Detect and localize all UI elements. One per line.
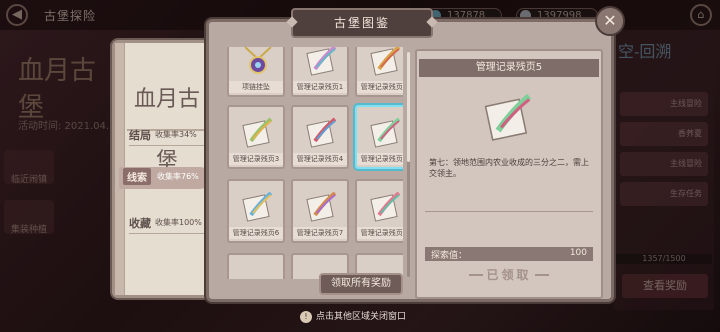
explore-value: 100 <box>569 248 587 258</box>
close-hint: ! 点击其他区域关闭窗口 <box>300 310 406 324</box>
notebook-feather-icon <box>306 47 337 76</box>
item-card-page1[interactable]: 管理记录残页1 <box>291 47 349 97</box>
item-card-page2[interactable]: 管理记录残页2 <box>355 47 403 97</box>
item-label: 管理记录残页3 <box>229 153 283 165</box>
item-card-necklace[interactable]: 项链挂坠 <box>227 47 285 97</box>
item-card-page3[interactable]: 管理记录残页3 <box>227 105 285 169</box>
item-detail-panel: 管理记录残页5 第七：领地范围内农业收成的三分之二，需上交领主。 探索值： 10… <box>415 49 603 299</box>
divider <box>129 233 209 234</box>
category-rate: 收集率100% <box>155 218 202 227</box>
item-grid[interactable]: 项链挂坠 管理记录残页1 管理记录残页2 管理记录残页3 管理记录残页4 管理记… <box>213 47 403 279</box>
notebook-feather-icon <box>306 117 337 148</box>
close-button[interactable]: ✕ <box>595 6 625 36</box>
book-title: 血月古堡 <box>127 69 207 174</box>
notebook-feather-icon <box>484 93 532 141</box>
category-book: 血月古堡 结局 收集率34% 线索 收集率76% 收藏 收集率100% <box>112 40 212 298</box>
codex-modal: 古堡图鉴 ✕ 项链挂坠 管理记录残页1 管理记录残页2 管理记录残页3 管理记录… <box>206 6 625 302</box>
hint-text: 点击其他区域关闭窗口 <box>316 312 407 322</box>
item-card-page7[interactable]: 管理记录残页7 <box>291 179 349 243</box>
item-label: 管理记录残页4 <box>293 153 347 165</box>
notebook-feather-icon <box>242 117 273 148</box>
divider <box>129 145 209 146</box>
claimed-status: 已领取 <box>469 265 549 285</box>
detail-title: 管理记录残页5 <box>419 59 599 77</box>
scroll-thumb[interactable] <box>407 52 410 162</box>
category-name: 收藏 <box>129 217 151 230</box>
item-label: 管理记录残页8 <box>357 227 403 239</box>
divider <box>425 211 593 212</box>
notebook-feather-icon <box>306 191 337 222</box>
category-clue[interactable]: 线索 收集率76% <box>119 167 211 189</box>
notebook-feather-icon <box>370 47 401 76</box>
item-label: 管理记录残页6 <box>229 227 283 239</box>
item-label: 管理记录残页1 <box>293 81 347 93</box>
explore-value-bar: 探索值： 100 <box>425 247 593 261</box>
modal-title: 古堡图鉴 <box>291 8 433 38</box>
category-rate: 收集率34% <box>155 130 197 139</box>
item-card-partial[interactable] <box>227 253 285 279</box>
category-ending[interactable]: 结局 收集率34% <box>125 127 215 163</box>
item-label: 项链挂坠 <box>229 81 283 93</box>
notebook-feather-icon <box>370 117 401 148</box>
item-card-page6[interactable]: 管理记录残页6 <box>227 179 285 243</box>
explore-label: 探索值： <box>431 251 468 261</box>
notebook-feather-icon <box>242 191 273 222</box>
info-icon: ! <box>300 311 312 323</box>
claim-all-button[interactable]: 领取所有奖励 <box>319 273 403 295</box>
notebook-feather-icon <box>370 191 401 222</box>
item-label: 管理记录残页7 <box>293 227 347 239</box>
item-card-page5[interactable]: 管理记录残页5 <box>355 105 403 169</box>
category-rate: 收集率76% <box>157 172 199 181</box>
item-label: 管理记录残页5 <box>357 153 403 165</box>
detail-description: 第七：领地范围内农业收成的三分之二，需上交领主。 <box>429 158 589 178</box>
grid-scrollbar[interactable] <box>407 52 410 277</box>
category-name: 线索 <box>123 168 151 185</box>
item-card-page4[interactable]: 管理记录残页4 <box>291 105 349 169</box>
category-name: 结局 <box>129 129 151 142</box>
necklace-pendant-icon <box>244 47 272 74</box>
item-label: 管理记录残页2 <box>357 81 403 93</box>
item-card-page8[interactable]: 管理记录残页8 <box>355 179 403 243</box>
category-collection[interactable]: 收藏 收集率100% <box>125 215 215 251</box>
